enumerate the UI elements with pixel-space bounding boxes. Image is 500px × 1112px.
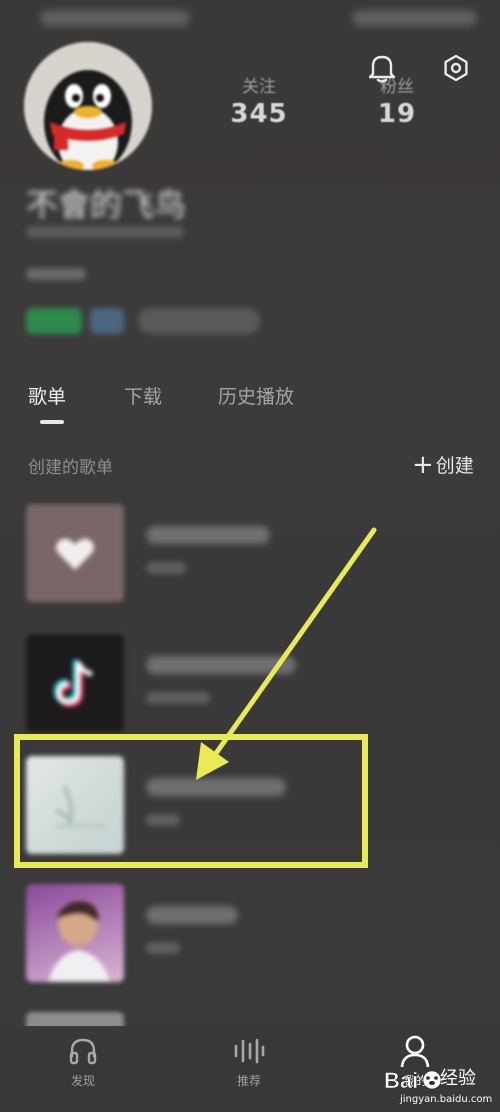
svg-text:Bai: Bai [384,1068,418,1093]
bell-icon [368,55,396,83]
tab-playlists[interactable]: 歌单 [28,382,66,409]
nav-recommend-label: 推荐 [236,1074,261,1088]
active-tab-indicator [40,420,64,424]
level-badge[interactable] [90,308,124,334]
user-signature-blur [26,226,184,238]
settings-hexagon-icon [444,54,468,82]
create-label: 创建 [435,455,474,477]
listening-time-badge[interactable] [138,308,260,334]
heart-icon [56,538,94,570]
equalizer-icon [234,1038,265,1064]
status-bar-carrier-blur [40,10,190,26]
playlist-cover [26,884,124,982]
avatar[interactable] [24,42,152,170]
create-playlist-button[interactable]: + 创建 [412,451,474,478]
watermark-brand-suffix: 经验 [440,1068,476,1089]
penguin-avatar-icon [24,42,152,170]
tab-downloads[interactable]: 下载 [124,382,162,409]
nav-discover[interactable]: 发现 [38,1034,128,1089]
nav-recommend[interactable]: 推荐 [204,1034,294,1089]
notification-bell-button[interactable] [362,48,402,88]
playlist-item[interactable] [26,504,476,604]
status-bar [0,0,500,40]
vip-badge[interactable] [26,308,82,334]
library-tabs: 歌单 下载 历史播放 [0,382,500,432]
playlist-count-blur [146,562,186,574]
plus-icon: + [412,449,434,480]
playlist-item[interactable] [26,884,476,984]
playlist-cover [26,504,124,602]
playlist-count-blur [146,942,180,954]
follow-stat[interactable]: 关注 345 [214,72,304,129]
playlist-title-blur [146,656,296,674]
follow-label: 关注 [242,77,276,97]
nav-discover-label: 发现 [70,1074,95,1088]
person-photo-icon [48,901,110,982]
headphones-icon [69,1038,97,1065]
playlist-cover [26,634,124,732]
highlight-box [14,734,368,868]
playlist-title-blur [146,526,270,544]
tiktok-logo-icon [53,660,93,708]
playlist-count-blur [146,692,210,704]
playlist-title-blur [146,906,238,924]
fans-count: 19 [377,99,417,129]
settings-button[interactable] [436,48,476,88]
tab-history[interactable]: 历史播放 [218,382,294,409]
created-playlists-title: 创建的歌单 [28,458,113,478]
playlist-item[interactable] [26,634,476,734]
status-bar-battery-blur [352,10,477,26]
profile-screen: 关注 345 粉丝 19 不會的飞鸟 歌单 下载 历史播放 创建的歌单 + 创建 [0,0,500,1112]
watermark-site: jingyan.baidu.com [400,1094,493,1105]
username: 不會的飞鸟 [26,186,187,224]
follow-count: 345 [230,99,288,129]
user-level-blur [26,268,86,280]
